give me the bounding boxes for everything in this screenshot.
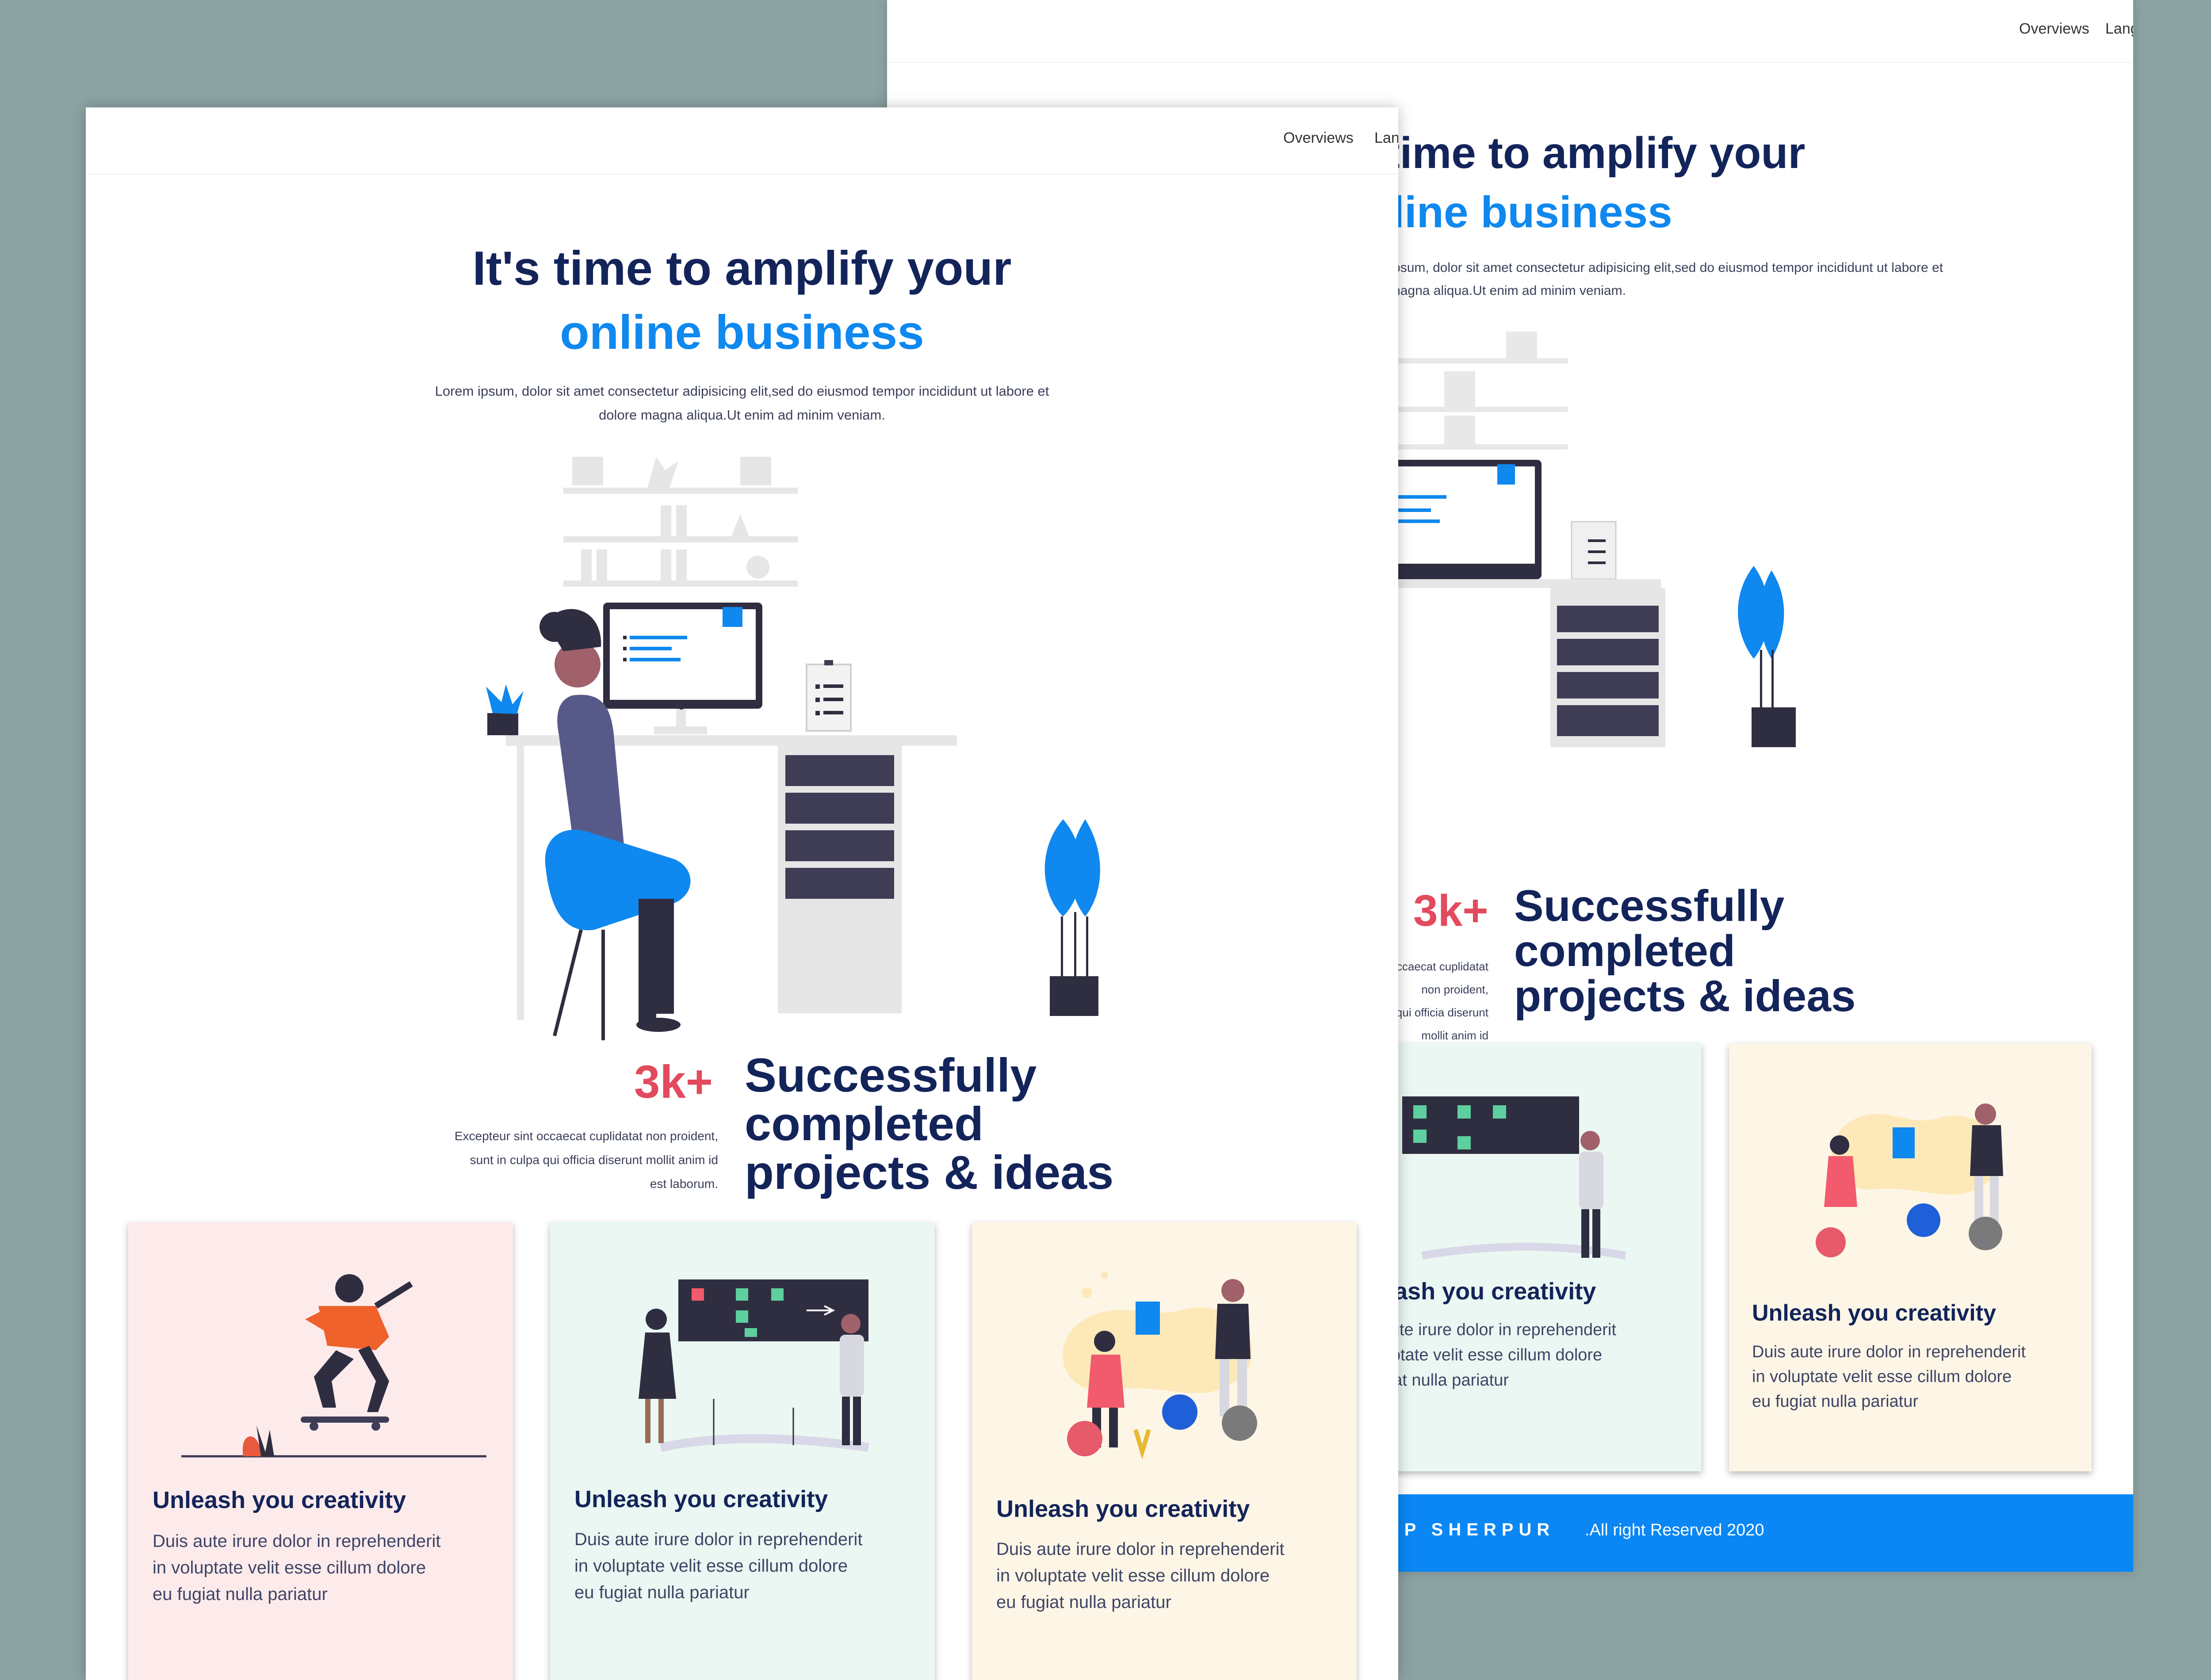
card-title: Unleash you creativity xyxy=(574,1486,828,1512)
card-text-line3: eu fugiat nulla pariatur xyxy=(153,1585,328,1604)
card-text-line2: in voluptate velit esse cillum dolore xyxy=(996,1566,1270,1585)
stat-number: 3k+ xyxy=(1413,886,1488,935)
stat-headline-line1: Successfully xyxy=(1514,881,1785,931)
footer-rights: .All right Reserved 2020 xyxy=(1585,1521,1764,1539)
card-text-line1: Duis aute irure dolor in reprehenderit xyxy=(996,1539,1285,1559)
card-text-line3: eu fugiat nulla pariatur xyxy=(574,1583,750,1602)
card-text: Duis aute irure dolor in reprehenderit i… xyxy=(153,1528,440,1607)
stat-headline-line3: projects & ideas xyxy=(745,1145,1114,1199)
stat-description: Excepteur sint occaecat cuplidatat non p… xyxy=(431,1124,718,1196)
stat-description-line3: est laborum. xyxy=(650,1177,718,1191)
team-board-illustration xyxy=(639,1279,869,1452)
card-text-line2: in voluptate velit esse cillum dolore xyxy=(153,1558,426,1577)
card-text-line3: eu fugiat nulla pariatur xyxy=(996,1592,1171,1612)
page-preview-front: Overviews Lang It's time to amplify your… xyxy=(86,107,1398,1680)
card-text-line1: Duis aute irure dolor in reprehenderit xyxy=(1752,1343,2026,1361)
card-text: Duis aute irure dolor in reprehenderit i… xyxy=(574,1526,862,1606)
card-text-line1: Duis aute irure dolor in reprehenderit xyxy=(153,1531,441,1551)
stat-headline-line2: completed xyxy=(1514,926,1736,976)
skateboarder-illustration xyxy=(181,1274,486,1458)
card-title: Unleash you creativity xyxy=(996,1496,1250,1522)
card-text: Duis aute irure dolor in reprehenderit i… xyxy=(996,1536,1284,1615)
feature-card-3[interactable]: Unleash you creativity Duis aute irure d… xyxy=(972,1222,1357,1680)
stat-description-line2: sunt in culpa qui officia diserunt molli… xyxy=(470,1153,718,1167)
feature-card-3[interactable]: Unleash you creativity Duis aute irure d… xyxy=(1729,1043,2092,1471)
card-title: Unleash you creativity xyxy=(1752,1300,1996,1326)
card-text-line2: in voluptate velit esse cillum dolore xyxy=(574,1556,848,1576)
stat-headline-line1: Successfully xyxy=(745,1048,1037,1102)
stat-headline: Successfully completed projects & ideas xyxy=(1514,883,1856,1019)
feature-card-2[interactable]: Unleash you creativity Duis aute irure d… xyxy=(550,1222,935,1680)
card-text-line3: eu fugiat nulla pariatur xyxy=(1752,1392,1919,1411)
stat-headline-line2: completed xyxy=(745,1097,984,1151)
card-text-line2: in voluptate velit esse cillum dolore xyxy=(1752,1367,2012,1386)
feature-card-1[interactable]: Unleash you creativity Duis aute irure d… xyxy=(128,1222,513,1680)
stat-headline-line3: projects & ideas xyxy=(1514,971,1856,1021)
card-text-line1: Duis aute irure dolor in reprehenderit xyxy=(574,1530,863,1549)
stat-description-line1: Excepteur sint occaecat cuplidatat non p… xyxy=(454,1129,718,1143)
card-text: Duis aute irure dolor in reprehenderit i… xyxy=(1752,1340,2026,1414)
stat-headline: Successfully completed projects & ideas xyxy=(745,1048,1114,1199)
stat-number: 3k+ xyxy=(634,1056,713,1108)
card-title: Unleash you creativity xyxy=(153,1487,406,1513)
